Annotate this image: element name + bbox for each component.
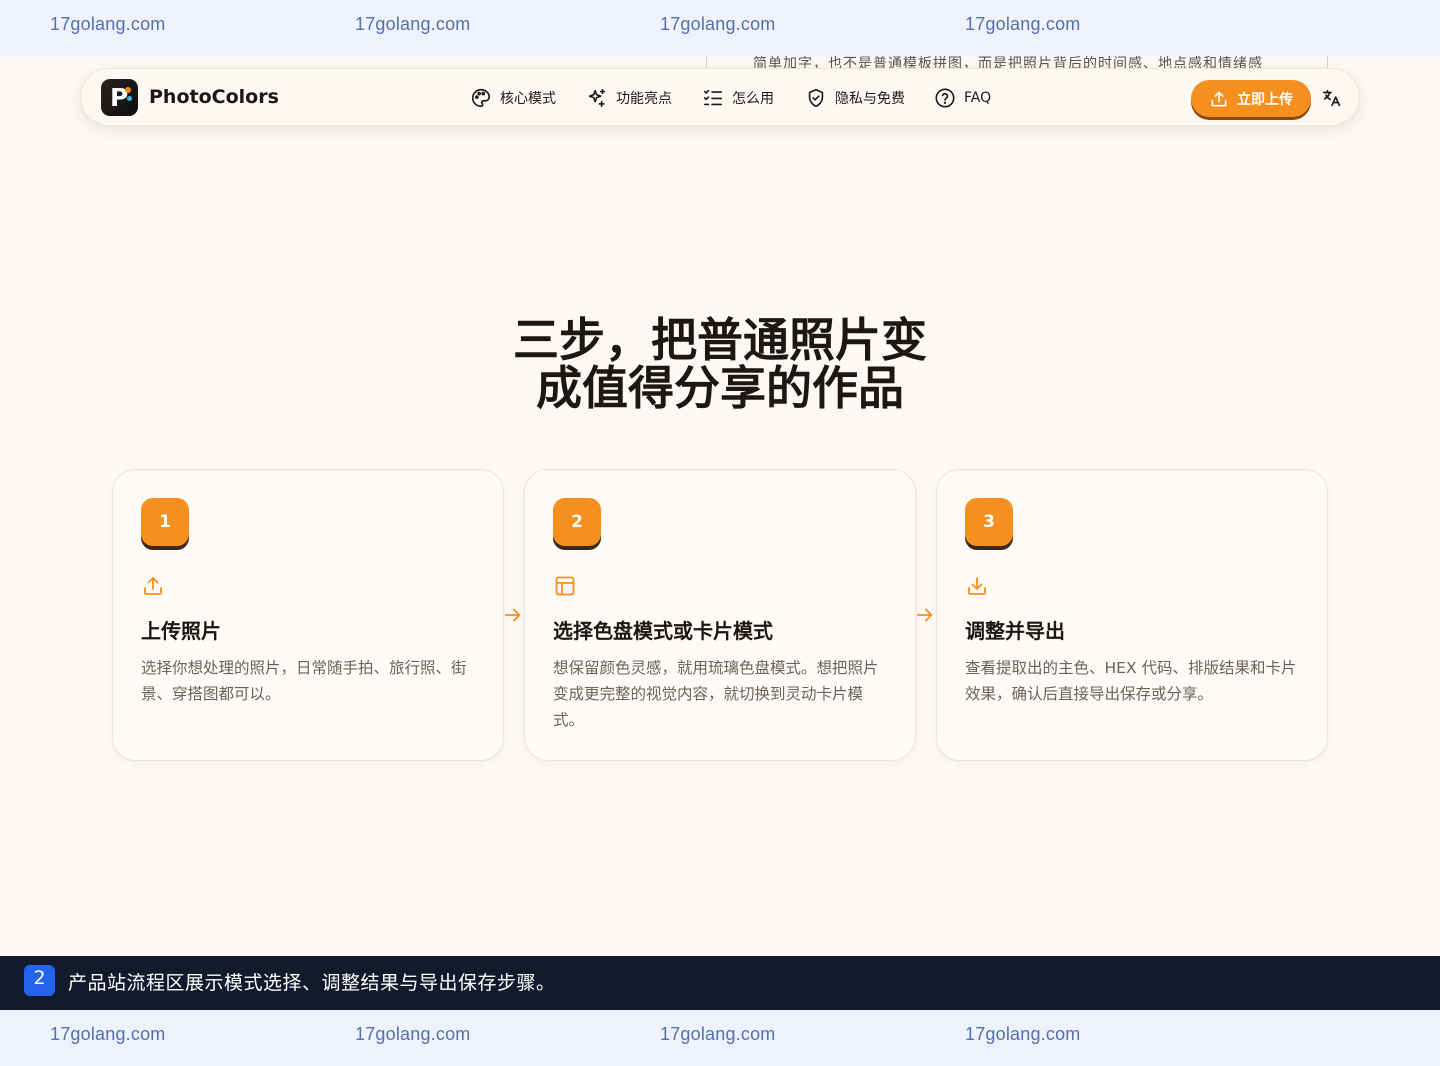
step-number-badge: 3 bbox=[965, 498, 1013, 546]
nav-item-privacy[interactable]: 隐私与免费 bbox=[805, 86, 905, 110]
step-number-badge: 2 bbox=[553, 498, 601, 546]
translate-icon[interactable] bbox=[1321, 87, 1343, 109]
download-icon bbox=[968, 577, 986, 595]
nav-item-features[interactable]: 功能亮点 bbox=[586, 86, 672, 110]
nav-item-label: 核心模式 bbox=[500, 91, 556, 107]
watermark-text: 17golang.com bbox=[965, 1024, 1081, 1044]
watermark-bar-top: 17golang.com 17golang.com 17golang.com 1… bbox=[0, 0, 1440, 56]
watermark-text: 17golang.com bbox=[50, 1024, 166, 1044]
watermark-text: 17golang.com bbox=[660, 14, 776, 34]
step-card: 2 选择色盘模式或卡片模式 想保留颜色灵感，就用琉璃色盘模式。想把照片变成更完整… bbox=[524, 469, 916, 761]
step-card: 1 上传照片 选择你想处理的照片，日常随手拍、旅行照、街景、穿搭图都可以。 bbox=[112, 469, 504, 761]
nav-item-core-modes[interactable]: 核心模式 bbox=[470, 86, 556, 110]
watermark-text: 17golang.com bbox=[660, 1024, 776, 1044]
section-title: 三步，把普通照片变 成值得分享的作品 bbox=[420, 316, 1020, 412]
step-title: 选择色盘模式或卡片模式 bbox=[553, 619, 773, 643]
brand-name[interactable]: PhotoColors bbox=[149, 86, 279, 108]
upload-icon bbox=[1211, 91, 1227, 106]
section-title-line: 成值得分享的作品 bbox=[536, 361, 904, 415]
section-title-line: 三步，把普通照片变 bbox=[513, 313, 927, 367]
step-number-badge: 1 bbox=[141, 498, 189, 546]
nav-item-label: 怎么用 bbox=[732, 91, 774, 107]
layout-icon bbox=[555, 576, 575, 596]
watermark-text: 17golang.com bbox=[355, 14, 471, 34]
step-description: 选择你想处理的照片，日常随手拍、旅行照、街景、穿搭图都可以。 bbox=[141, 659, 467, 703]
watermark-bar-bottom: 17golang.com 17golang.com 17golang.com 1… bbox=[0, 1010, 1440, 1066]
step-description: 想保留颜色灵感，就用琉璃色盘模式。想把照片变成更完整的视觉内容，就切换到灵动卡片… bbox=[553, 659, 879, 729]
upload-button-label: 立即上传 bbox=[1237, 90, 1293, 107]
upload-icon bbox=[144, 577, 162, 595]
brand-logo[interactable]: P bbox=[101, 79, 138, 116]
caption-text: 产品站流程区展示模式选择、调整结果与导出保存步骤。 bbox=[68, 972, 556, 994]
caption-bar: 2 产品站流程区展示模式选择、调整结果与导出保存步骤。 bbox=[0, 956, 1440, 1010]
arrow-right-icon bbox=[504, 608, 521, 622]
watermark-text: 17golang.com bbox=[355, 1024, 471, 1044]
step-card: 3 调整并导出 查看提取出的主色、HEX 代码、排版结果和卡片效果，确认后直接导… bbox=[936, 469, 1328, 761]
arrow-right-icon bbox=[916, 608, 933, 622]
upload-now-button[interactable]: 立即上传 bbox=[1191, 80, 1311, 117]
nav-item-how-to-use[interactable]: 怎么用 bbox=[702, 86, 774, 110]
nav-item-label: 功能亮点 bbox=[616, 91, 672, 107]
step-title: 调整并导出 bbox=[965, 619, 1065, 643]
step-title: 上传照片 bbox=[141, 619, 221, 643]
nav-item-label: FAQ bbox=[964, 90, 992, 106]
sparkles-icon bbox=[588, 88, 606, 108]
nav-item-faq[interactable]: FAQ bbox=[934, 86, 991, 110]
step-description: 查看提取出的主色、HEX 代码、排版结果和卡片效果，确认后直接导出保存或分享。 bbox=[965, 659, 1297, 703]
watermark-text: 17golang.com bbox=[50, 14, 166, 34]
nav-item-label: 隐私与免费 bbox=[835, 91, 905, 107]
top-navigation: P PhotoColors 核心模式 功能亮点 怎么用 隐私与免费 FAQ 立即… bbox=[80, 68, 1360, 126]
shield-check-icon bbox=[808, 88, 824, 108]
palette-icon bbox=[472, 88, 491, 108]
watermark-text: 17golang.com bbox=[965, 14, 1081, 34]
list-checks-icon bbox=[703, 89, 723, 106]
help-circle-icon bbox=[935, 88, 955, 108]
caption-number-badge: 2 bbox=[24, 965, 55, 996]
